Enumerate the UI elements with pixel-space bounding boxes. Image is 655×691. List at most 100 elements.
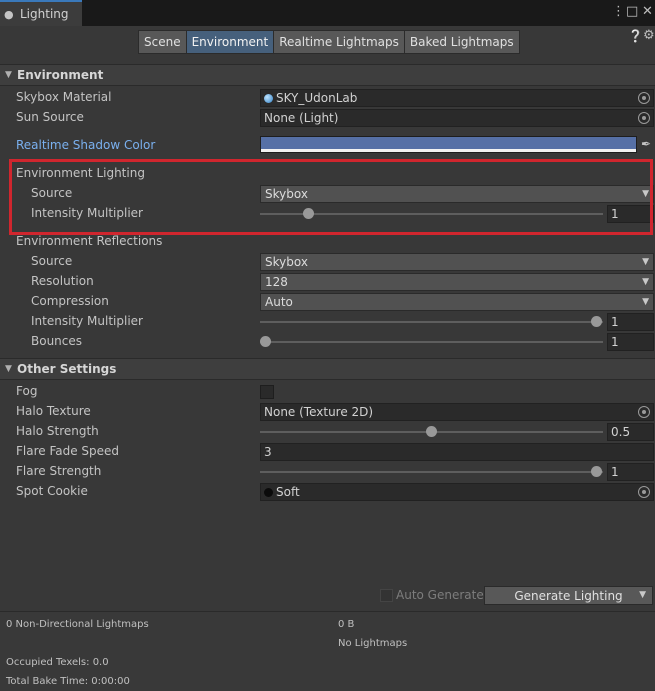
sun-source-value: None (Light) [264, 111, 339, 125]
spot-cookie-field[interactable]: Soft [260, 483, 654, 501]
skybox-material-value: SKY_UdonLab [276, 91, 358, 105]
fog-checkbox[interactable] [260, 385, 274, 399]
lightmap-stats: 0 Non-Directional Lightmaps 0 B No Light… [0, 611, 655, 691]
foldout-arrow-icon: ▼ [5, 70, 12, 80]
resolution-dropdown[interactable]: 128 ▼ [260, 273, 654, 291]
halo-texture-field[interactable]: None (Texture 2D) [260, 403, 654, 421]
material-icon [264, 93, 273, 103]
eyedropper-icon[interactable]: ✒ [641, 137, 651, 151]
reflection-intensity-slider[interactable] [260, 321, 603, 323]
reflection-source-label: Source [31, 254, 73, 268]
window-titlebar: ● Lighting ⋮ □ ✕ [0, 0, 655, 26]
tab-realtime-lightmaps[interactable]: Realtime Lightmaps [273, 30, 405, 54]
fog-row: Fog [0, 382, 655, 402]
dropdown-arrow-icon: ▼ [642, 257, 649, 267]
spot-cookie-value: Soft [276, 485, 300, 499]
realtime-shadow-color-field[interactable] [260, 136, 637, 153]
sun-source-label: Sun Source [16, 110, 84, 124]
lightmap-size: 0 B [338, 619, 355, 630]
skybox-material-field[interactable]: SKY_UdonLab [260, 89, 654, 107]
spot-cookie-label: Spot Cookie [16, 484, 88, 498]
total-bake-time: Total Bake Time: 0:00:00 [6, 676, 130, 687]
compression-row: Compression Auto ▼ [0, 292, 655, 312]
object-picker-icon[interactable] [638, 486, 650, 498]
compression-value: Auto [265, 295, 293, 309]
reflection-source-value: Skybox [265, 255, 308, 269]
dropdown-arrow-icon[interactable]: ▼ [639, 587, 646, 604]
resolution-row: Resolution 128 ▼ [0, 272, 655, 292]
dropdown-arrow-icon: ▼ [642, 297, 649, 307]
maximize-icon[interactable]: □ [626, 4, 638, 19]
bounces-input[interactable]: 1 [607, 333, 654, 351]
flare-fade-speed-row: Flare Fade Speed 3 [0, 442, 655, 462]
texture-icon [264, 487, 273, 497]
environment-foldout[interactable]: ▼ Environment [0, 64, 655, 86]
halo-texture-value: None (Texture 2D) [264, 405, 374, 419]
halo-strength-label: Halo Strength [16, 424, 99, 438]
occupied-texels: Occupied Texels: 0.0 [6, 657, 109, 668]
spot-cookie-row: Spot Cookie Soft [0, 482, 655, 502]
help-icon[interactable]: ❔ [628, 29, 643, 43]
resolution-value: 128 [265, 275, 288, 289]
halo-strength-row: Halo Strength 0.5 [0, 422, 655, 442]
foldout-arrow-icon: ▼ [5, 364, 12, 374]
compression-label: Compression [31, 294, 109, 308]
slider-handle[interactable] [425, 426, 437, 437]
gear-icon[interactable]: ⚙ [643, 28, 655, 43]
lighting-window-tab[interactable]: ● Lighting [0, 0, 82, 26]
fog-label: Fog [16, 384, 38, 398]
bounces-row: Bounces 1 [0, 332, 655, 352]
environment-reflections-row: Environment Reflections [0, 232, 655, 252]
lightbulb-icon: ● [4, 7, 14, 21]
reflection-intensity-input[interactable]: 1 [607, 313, 654, 331]
lighting-tabs: Scene Environment Realtime Lightmaps Bak… [138, 30, 520, 54]
other-settings-foldout[interactable]: ▼ Other Settings [0, 358, 655, 380]
tab-environment[interactable]: Environment [185, 30, 275, 54]
highlight-box [9, 159, 653, 235]
dropdown-arrow-icon: ▼ [642, 277, 649, 287]
close-icon[interactable]: ✕ [642, 4, 653, 19]
window-tab-label: Lighting [20, 7, 69, 21]
halo-strength-input[interactable]: 0.5 [607, 423, 654, 441]
object-picker-icon[interactable] [638, 92, 650, 104]
no-lightmaps-text: No Lightmaps [338, 638, 408, 649]
environment-reflections-header: Environment Reflections [16, 234, 163, 248]
resolution-label: Resolution [31, 274, 94, 288]
lightmap-count: 0 Non-Directional Lightmaps [6, 619, 149, 630]
object-picker-icon[interactable] [638, 406, 650, 418]
auto-generate-label: Auto Generate [396, 588, 484, 602]
tab-scene[interactable]: Scene [138, 30, 187, 54]
generate-lighting-label: Generate Lighting [514, 588, 623, 603]
environment-header: Environment [17, 68, 104, 82]
object-picker-icon[interactable] [638, 112, 650, 124]
compression-dropdown[interactable]: Auto ▼ [260, 293, 654, 311]
flare-strength-row: Flare Strength 1 [0, 462, 655, 482]
generate-lighting-button[interactable]: Generate Lighting ▼ [484, 586, 653, 605]
skybox-material-label: Skybox Material [16, 90, 112, 104]
reflection-source-row: Source Skybox ▼ [0, 252, 655, 272]
other-settings-header: Other Settings [17, 362, 117, 376]
reflection-intensity-row: Intensity Multiplier 1 [0, 312, 655, 332]
bounces-slider[interactable] [260, 341, 603, 343]
generate-bar: Auto Generate Generate Lighting ▼ [0, 584, 655, 608]
sun-source-field[interactable]: None (Light) [260, 109, 654, 127]
halo-texture-row: Halo Texture None (Texture 2D) [0, 402, 655, 422]
slider-handle[interactable] [260, 336, 271, 347]
slider-handle[interactable] [591, 316, 602, 327]
bounces-label: Bounces [31, 334, 83, 348]
auto-generate-checkbox[interactable] [380, 589, 393, 602]
flare-strength-label: Flare Strength [16, 464, 102, 478]
reflection-intensity-label: Intensity Multiplier [31, 314, 143, 328]
tab-baked-lightmaps[interactable]: Baked Lightmaps [403, 30, 520, 54]
flare-fade-speed-label: Flare Fade Speed [16, 444, 120, 458]
flare-fade-speed-input[interactable]: 3 [260, 443, 654, 461]
reflection-source-dropdown[interactable]: Skybox ▼ [260, 253, 654, 271]
halo-texture-label: Halo Texture [16, 404, 91, 418]
sun-source-row: Sun Source None (Light) [0, 108, 655, 128]
slider-handle[interactable] [591, 466, 602, 477]
flare-strength-input[interactable]: 1 [607, 463, 654, 481]
window-menu-icon[interactable]: ⋮ [612, 4, 625, 19]
flare-strength-slider[interactable] [260, 471, 603, 473]
realtime-shadow-color-label: Realtime Shadow Color [16, 138, 156, 152]
skybox-material-row: Skybox Material SKY_UdonLab [0, 88, 655, 108]
